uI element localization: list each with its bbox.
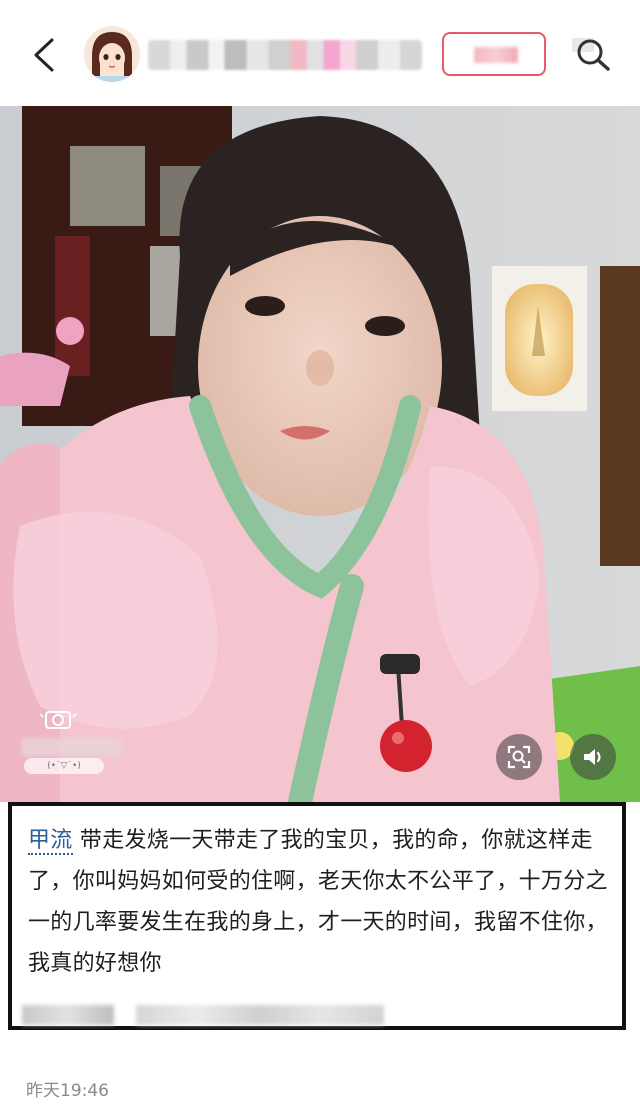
avatar[interactable]: [84, 26, 140, 82]
tag-blurred-2: [136, 1005, 384, 1025]
scan-icon: [507, 745, 531, 769]
search-icon: [572, 38, 610, 71]
post-photo[interactable]: [0, 106, 640, 802]
post-body: 带走发烧一天带走了我的宝贝，我的命，你就这样走了，你叫妈妈如何受的住啊，老天你太…: [28, 828, 608, 976]
follow-button[interactable]: [442, 32, 546, 76]
back-button[interactable]: [30, 38, 60, 72]
watermark-blurred: [22, 738, 122, 756]
author-name-blurred[interactable]: [148, 40, 422, 70]
scan-button[interactable]: [496, 734, 542, 780]
search-button[interactable]: [570, 34, 614, 74]
follow-label-blurred: [474, 47, 518, 63]
volume-button[interactable]: [570, 734, 616, 780]
tag-blurred: [22, 1005, 114, 1025]
watermark-text: (•˙▽˙•): [24, 758, 104, 774]
cartoon-girl-avatar: [84, 26, 140, 82]
volume-icon: [584, 749, 601, 765]
topic-link[interactable]: 甲流: [28, 828, 73, 855]
chevron-left-icon: [34, 38, 54, 72]
top-bar: [0, 0, 640, 106]
camera-icon: [38, 708, 78, 730]
photo-illustration: [0, 106, 640, 802]
post-timestamp: 昨天19:46: [26, 1081, 109, 1101]
caption-text: 甲流 带走发烧一天带走了我的宝贝，我的命，你就这样走了，你叫妈妈如何受的住啊，老…: [28, 820, 618, 984]
post-caption: 甲流 带走发烧一天带走了我的宝贝，我的命，你就这样走了，你叫妈妈如何受的住啊，老…: [8, 802, 626, 1030]
